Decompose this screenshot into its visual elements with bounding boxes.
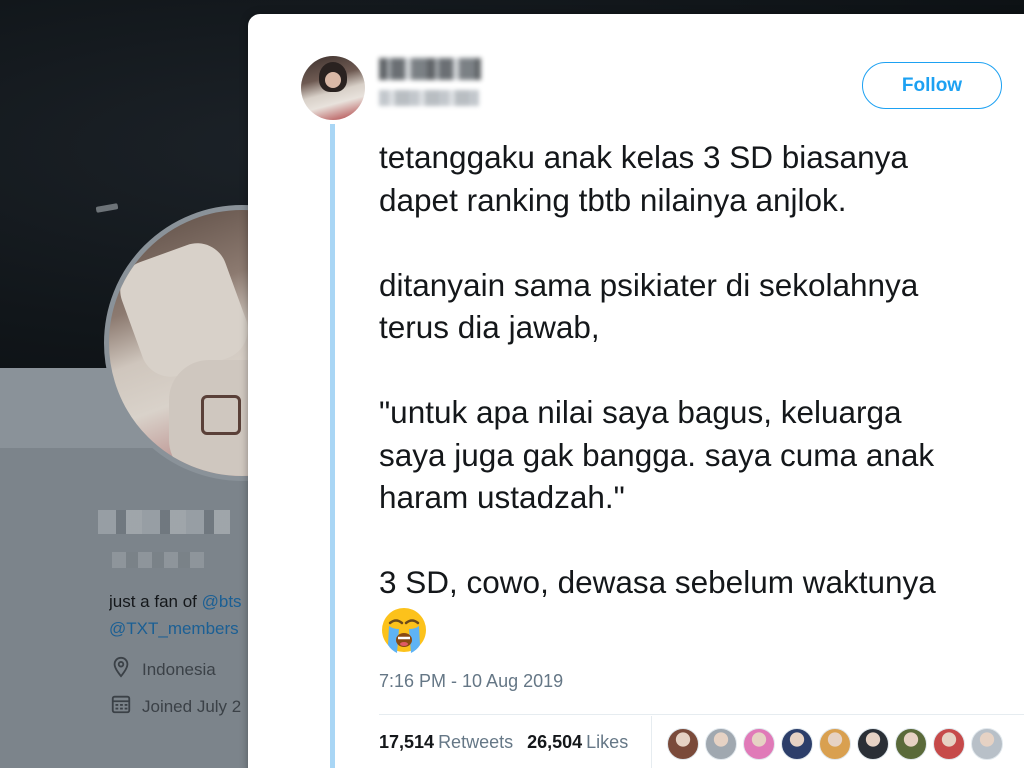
liker-avatar[interactable] xyxy=(933,728,965,760)
likes-label: Likes xyxy=(586,732,629,752)
bio-mention-txt[interactable]: @TXT_members xyxy=(109,619,239,638)
author-name-blurred[interactable] xyxy=(379,58,481,80)
follow-button[interactable]: Follow xyxy=(862,62,1002,109)
liker-avatar[interactable] xyxy=(667,728,699,760)
location-icon xyxy=(110,656,132,683)
liker-avatar[interactable] xyxy=(705,728,737,760)
liker-avatar[interactable] xyxy=(971,728,1003,760)
retweets-label: Retweets xyxy=(438,732,514,752)
liker-avatar[interactable] xyxy=(819,728,851,760)
profile-location: Indonesia xyxy=(110,656,216,683)
liker-avatar[interactable] xyxy=(781,728,813,760)
retweets-stat[interactable]: 17,514 Retweets xyxy=(379,732,513,753)
liker-avatar[interactable] xyxy=(895,728,927,760)
thread-line xyxy=(330,124,335,768)
profile-joined: Joined July 2 xyxy=(110,693,241,720)
tweet-text: tetanggaku anak kelas 3 SD biasanya dape… xyxy=(379,139,936,600)
author-avatar[interactable] xyxy=(301,56,365,120)
likes-stat[interactable]: 26,504 Likes xyxy=(527,732,628,753)
bio-mention-bts[interactable]: @bts xyxy=(202,592,242,611)
joined-text: Joined July 2 xyxy=(142,696,242,716)
profile-bio: just a fan of @bts @TXT_members xyxy=(109,588,249,642)
avatar-face xyxy=(325,72,341,88)
calendar-icon xyxy=(110,693,132,720)
tweet-timestamp[interactable]: 7:16 PM - 10 Aug 2019 xyxy=(379,671,563,692)
likers-avatars xyxy=(667,728,1003,760)
liker-avatar[interactable] xyxy=(743,728,775,760)
tweet-stats: 17,514 Retweets 26,504 Likes xyxy=(379,732,628,753)
likes-count: 26,504 xyxy=(527,732,583,752)
profile-handle-blurred xyxy=(112,552,204,568)
stats-divider xyxy=(379,714,1024,715)
bio-text: just a fan of xyxy=(109,592,202,611)
author-handle-blurred[interactable] xyxy=(379,90,479,106)
banner-speck xyxy=(95,203,119,213)
avatar-logo xyxy=(201,395,241,435)
tweet-modal: Follow tetanggaku anak kelas 3 SD biasan… xyxy=(248,14,1024,768)
retweets-count: 17,514 xyxy=(379,732,435,752)
liker-avatar[interactable] xyxy=(857,728,889,760)
location-text: Indonesia xyxy=(142,659,216,679)
crying-face-icon xyxy=(382,608,426,653)
stats-separator xyxy=(651,716,652,768)
profile-name-blurred xyxy=(98,510,230,534)
